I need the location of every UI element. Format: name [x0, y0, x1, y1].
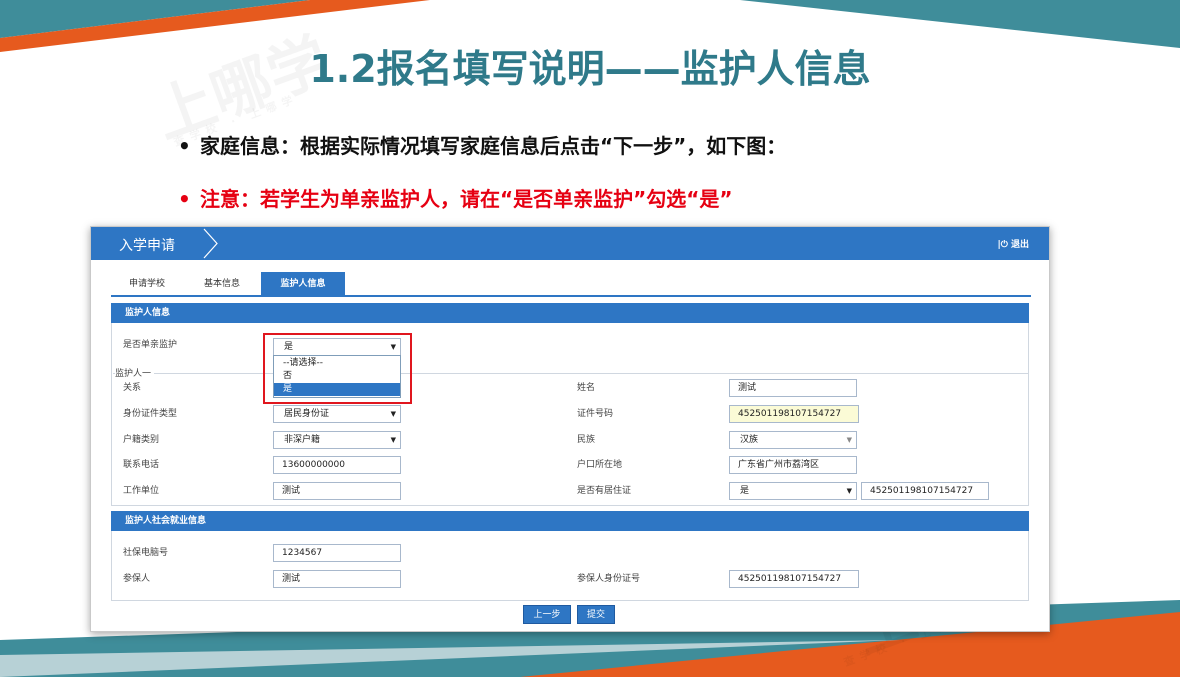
ethnicity-value: 汉族 — [740, 435, 759, 445]
logout-label: 退出 — [1010, 240, 1029, 250]
app-title: 入学申请 — [119, 238, 175, 254]
bullet-text: 家庭信息：根据实际情况填写家庭信息后点击“下一步”，如下图： — [200, 134, 787, 158]
app-header: 入学申请 |⏻ 退出 — [91, 227, 1049, 260]
bullet-dot: • — [178, 134, 191, 158]
tab-underline — [111, 295, 1031, 297]
id-type-select[interactable]: 居民身份证 ▼ — [273, 405, 401, 423]
phone-input[interactable]: 13600000000 — [273, 456, 401, 474]
residence-permit-number-input[interactable]: 452501198107154727 — [861, 482, 989, 500]
caret-down-icon: ▼ — [846, 487, 852, 495]
relation-label: 关系 — [123, 383, 142, 393]
group-divider — [113, 373, 1029, 374]
bullet-family-info: • 家庭信息：根据实际情况填写家庭信息后点击“下一步”，如下图： — [178, 130, 786, 159]
caret-down-icon: ▼ — [390, 410, 396, 418]
insured-id-label: 参保人身份证号 — [577, 574, 641, 584]
highlight-box — [263, 333, 412, 404]
hukou-type-value: 非深户籍 — [284, 435, 321, 445]
caret-down-icon: ▼ — [390, 436, 396, 444]
guardian-one-label: 监护人一 — [115, 366, 155, 379]
slide-title: 1.2报名填写说明——监护人信息 — [309, 47, 871, 91]
prev-step-button[interactable]: 上一步 — [523, 605, 571, 624]
caret-down-icon: ▼ — [846, 436, 852, 444]
residence-permit-label: 是否有居住证 — [577, 486, 632, 496]
insured-label: 参保人 — [123, 574, 151, 584]
ethnicity-label: 民族 — [577, 435, 596, 445]
tab-apply-school[interactable]: 申请学校 — [111, 272, 183, 296]
tab-basic-info[interactable]: 基本信息 — [183, 272, 261, 296]
hukou-type-select[interactable]: 非深户籍 ▼ — [273, 431, 401, 449]
id-number-input[interactable]: 452501198107154727 — [729, 405, 859, 423]
bullet-note: • 注意：若学生为单亲监护人，请在“是否单亲监护”勾选“是” — [178, 183, 733, 212]
guardian-panel — [111, 303, 1029, 506]
residence-permit-select[interactable]: 是 ▼ — [729, 482, 857, 500]
single-parent-label: 是否单亲监护 — [123, 340, 178, 350]
id-type-value: 居民身份证 — [284, 409, 330, 419]
power-icon: |⏻ — [997, 240, 1008, 250]
social-section-header: 监护人社会就业信息 — [111, 511, 1029, 531]
tab-guardian-info[interactable]: 监护人信息 — [261, 272, 345, 296]
guardian-section-header: 监护人信息 — [111, 303, 1029, 323]
phone-label: 联系电话 — [123, 460, 160, 470]
logout-button[interactable]: |⏻ 退出 — [997, 237, 1029, 250]
workplace-input[interactable]: 测试 — [273, 482, 401, 500]
social-pc-number-input[interactable]: 1234567 — [273, 544, 401, 562]
id-number-label: 证件号码 — [577, 409, 614, 419]
bullet-dot: • — [178, 187, 191, 211]
workplace-label: 工作单位 — [123, 486, 160, 496]
insured-input[interactable]: 测试 — [273, 570, 401, 588]
breadcrumb-chevron-icon — [203, 228, 218, 259]
bullet-text: 注意：若学生为单亲监护人，请在“是否单亲监护”勾选“是” — [200, 187, 733, 211]
ethnicity-select[interactable]: 汉族 ▼ — [729, 431, 857, 449]
residence-permit-value: 是 — [740, 486, 750, 496]
name-label: 姓名 — [577, 383, 596, 393]
submit-button[interactable]: 提交 — [577, 605, 615, 624]
hukou-location-input[interactable]: 广东省广州市荔湾区 — [729, 456, 857, 474]
hukou-type-label: 户籍类别 — [123, 435, 160, 445]
name-input[interactable]: 测试 — [729, 379, 857, 397]
insured-id-input[interactable]: 452501198107154727 — [729, 570, 859, 588]
social-pc-number-label: 社保电脑号 — [123, 548, 169, 558]
hukou-location-label: 户口所在地 — [577, 460, 623, 470]
app-screenshot: 入学申请 |⏻ 退出 申请学校 基本信息 监护人信息 监护人信息 是否单亲监护 … — [90, 226, 1050, 632]
id-type-label: 身份证件类型 — [123, 409, 178, 419]
